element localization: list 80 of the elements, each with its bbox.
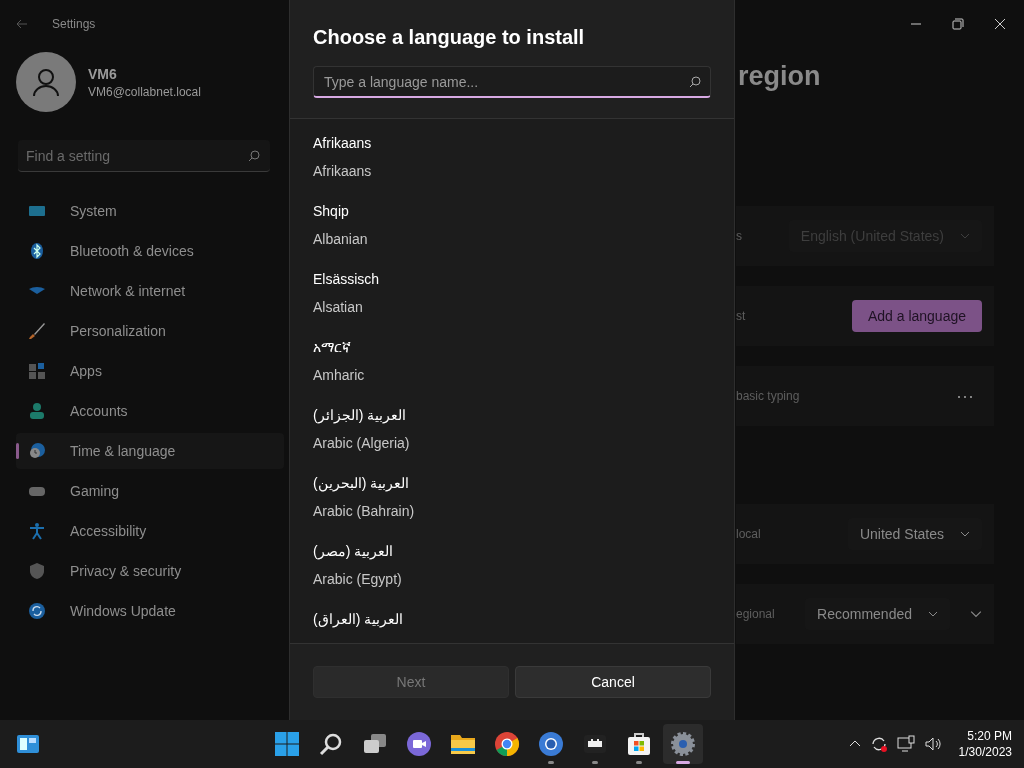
english-name: Afrikaans: [313, 162, 373, 181]
search-icon: [689, 76, 701, 88]
nav-item[interactable]: System: [16, 193, 284, 229]
volume-icon[interactable]: [923, 735, 942, 753]
bluetooth-icon: [28, 242, 46, 260]
search-field[interactable]: Find a setting: [18, 140, 270, 172]
english-name: Arabic (Algeria): [313, 434, 411, 453]
update-icon: [28, 602, 46, 620]
chevron-down-icon[interactable]: [970, 608, 982, 620]
nav-item[interactable]: Bluetooth & devices: [16, 233, 284, 269]
nav-item[interactable]: Personalization: [16, 313, 284, 349]
nav-item[interactable]: Windows Update: [16, 593, 284, 629]
language-item[interactable]: Afrikaans Afrikaans: [290, 129, 734, 197]
native-name: العربية (البحرين): [313, 474, 411, 494]
taskbar-app[interactable]: [663, 724, 704, 764]
search-icon: [248, 150, 260, 162]
nav-item[interactable]: Privacy & security: [16, 553, 284, 589]
language-item[interactable]: العربية (العراق): [290, 605, 734, 643]
chevron-down-icon: [960, 231, 970, 241]
clock[interactable]: 5:20 PM 1/30/2023: [958, 728, 1012, 760]
setting-label: egional: [736, 606, 775, 622]
native-name: العربية (مصر): [313, 542, 395, 562]
sync-icon[interactable]: [869, 735, 888, 753]
setting-label: local: [736, 526, 761, 542]
restore-icon[interactable]: [952, 18, 964, 30]
cancel-button[interactable]: Cancel: [515, 666, 711, 698]
accessibility-icon: [28, 522, 46, 540]
close-icon[interactable]: [994, 18, 1006, 30]
browser-icon: [494, 731, 521, 757]
gear-icon: [670, 731, 697, 757]
native-name: Afrikaans: [313, 134, 373, 153]
english-name: Alsatian: [313, 298, 364, 317]
setting-label: basic typing: [736, 388, 800, 404]
english-name: Amharic: [313, 366, 366, 385]
user-email: VM6@collabnet.local: [88, 84, 201, 100]
window-title: Settings: [52, 16, 96, 32]
language-item[interactable]: አማርኛ Amharic: [290, 333, 734, 401]
native-name: Shqip: [313, 202, 350, 221]
english-name: Arabic (Egypt): [313, 570, 403, 589]
shield-icon: [28, 562, 46, 580]
native-name: العربية (العراق): [313, 610, 405, 630]
nav-item[interactable]: Time & language: [16, 433, 284, 469]
setting-label: st: [736, 308, 746, 324]
running-indicator: [676, 761, 691, 764]
english-name: Albanian: [313, 230, 369, 249]
running-indicator: [548, 761, 555, 764]
nav-item[interactable]: Accounts: [16, 393, 284, 429]
running-indicator: [592, 761, 599, 764]
nav-item[interactable]: Accessibility: [16, 513, 284, 549]
native-name: አማርኛ: [313, 338, 352, 357]
native-name: Elsässisch: [313, 270, 381, 289]
back-arrow-icon[interactable]: [16, 18, 28, 30]
setting-label: s: [736, 228, 742, 244]
brush-icon: [28, 322, 46, 340]
language-item[interactable]: Elsässisch Alsatian: [290, 265, 734, 333]
more-button[interactable]: ⋯: [948, 387, 982, 405]
english-name: Arabic (Bahrain): [313, 502, 416, 521]
store-icon: [626, 731, 653, 757]
page-title: region: [738, 60, 822, 93]
chevron-down-icon: [928, 609, 938, 619]
user-name: VM6: [88, 65, 118, 84]
language-search-field[interactable]: Type a language name...: [313, 66, 711, 98]
browser-icon: [538, 731, 565, 757]
network-icon[interactable]: [896, 735, 915, 753]
apps-icon: [28, 362, 46, 380]
nav-item[interactable]: Gaming: [16, 473, 284, 509]
native-name: العربية (الجزائر): [313, 406, 408, 426]
widgets-icon[interactable]: [16, 732, 40, 756]
running-indicator: [636, 761, 643, 764]
globe-clock-icon: [28, 442, 46, 460]
selection-indicator: [16, 443, 19, 459]
language-item[interactable]: Shqip Albanian: [290, 197, 734, 265]
nav-item[interactable]: Network & internet: [16, 273, 284, 309]
dialog-title: Choose a language to install: [313, 25, 586, 50]
nav-item[interactable]: Apps: [16, 353, 284, 389]
chevron-down-icon: [960, 529, 970, 539]
person-icon: [31, 67, 61, 97]
person-icon: [28, 402, 46, 420]
windows-logo-icon: [274, 731, 301, 757]
video-chat-icon: [406, 731, 433, 757]
